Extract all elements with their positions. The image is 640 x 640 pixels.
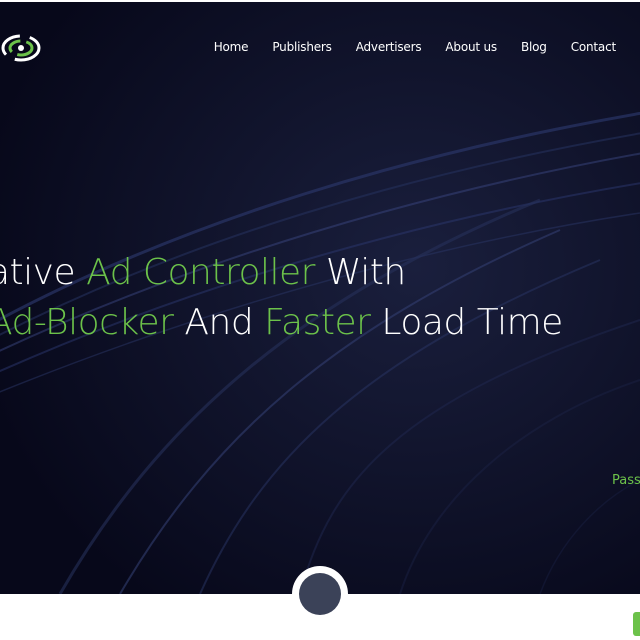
headline-line-1: ative Ad Controller With bbox=[0, 248, 640, 298]
nav-publishers[interactable]: Publishers bbox=[272, 40, 332, 54]
top-border bbox=[0, 0, 640, 2]
hero-side-text: Passi bbox=[612, 473, 640, 488]
scroll-down-icon bbox=[299, 573, 341, 615]
main-nav: Home Publishers Advertisers About us Blo… bbox=[190, 40, 640, 54]
logo-icon[interactable] bbox=[0, 28, 46, 68]
hero-section: Home Publishers Advertisers About us Blo… bbox=[0, 0, 640, 594]
hero-headline: ative Ad Controller With Ad-Blocker And … bbox=[0, 248, 640, 348]
headline-text: ative bbox=[0, 252, 76, 293]
headline-text: With bbox=[314, 252, 406, 293]
headline-highlight: Ad Controller bbox=[86, 252, 315, 293]
scroll-down-button[interactable] bbox=[292, 566, 348, 622]
headline-text: Load Time bbox=[370, 302, 563, 343]
nav-contact[interactable]: Contact bbox=[571, 40, 616, 54]
nav-about-us[interactable]: About us bbox=[445, 40, 497, 54]
headline-highlight: Ad-Blocker bbox=[0, 302, 174, 343]
nav-advertisers[interactable]: Advertisers bbox=[356, 40, 422, 54]
headline-line-2: Ad-Blocker And Faster Load Time bbox=[0, 298, 640, 348]
nav-home[interactable]: Home bbox=[214, 40, 249, 54]
nav-blog[interactable]: Blog bbox=[521, 40, 547, 54]
headline-highlight: Faster bbox=[264, 302, 371, 343]
headline-text: And bbox=[173, 302, 265, 343]
side-tab-button[interactable] bbox=[633, 612, 640, 636]
